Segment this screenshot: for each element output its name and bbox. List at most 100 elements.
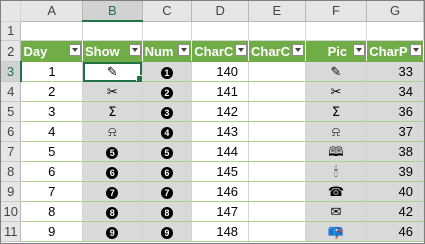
show-cell[interactable]: ⵉ xyxy=(82,101,143,122)
charc-cell[interactable]: 146 xyxy=(191,181,250,202)
empty-cell[interactable] xyxy=(248,141,306,162)
cell[interactable] xyxy=(305,21,368,41)
charc-cell[interactable]: 141 xyxy=(191,81,250,102)
select-all-corner[interactable] xyxy=(1,1,22,22)
show-cell[interactable]: ✂ xyxy=(82,81,143,102)
charp-cell[interactable]: 39 xyxy=(366,161,424,182)
row-header-11[interactable]: 11 xyxy=(1,221,22,242)
row-header-2[interactable]: 2 xyxy=(1,40,22,62)
cell[interactable] xyxy=(20,21,83,41)
num-cell[interactable]: 2 xyxy=(142,81,193,102)
cell[interactable] xyxy=(191,21,250,41)
empty-cell[interactable] xyxy=(248,61,306,82)
day-cell[interactable]: 2 xyxy=(20,81,83,102)
pic-cell[interactable]: ✉ xyxy=(305,201,368,222)
filter-dropdown-icon[interactable] xyxy=(235,44,248,56)
day-cell[interactable]: 8 xyxy=(20,201,83,222)
row-header-3[interactable]: 3 xyxy=(1,61,22,82)
charc-cell[interactable]: 145 xyxy=(191,161,250,182)
charp-cell[interactable]: 36 xyxy=(366,101,424,122)
filter-dropdown-icon[interactable] xyxy=(291,44,304,56)
charc-cell[interactable]: 142 xyxy=(191,101,250,122)
filter-dropdown-icon[interactable] xyxy=(178,44,191,56)
empty-cell[interactable] xyxy=(248,201,306,222)
charc-cell[interactable]: 143 xyxy=(191,121,250,142)
num-cell[interactable]: 9 xyxy=(142,221,193,242)
show-cell[interactable]: 9 xyxy=(82,221,143,242)
num-cell[interactable]: 4 xyxy=(142,121,193,142)
charp-cell[interactable]: 42 xyxy=(366,201,424,222)
show-cell[interactable]: 8 xyxy=(82,201,143,222)
show-cell[interactable]: 7 xyxy=(82,181,143,202)
num-cell[interactable]: 1 xyxy=(142,61,193,82)
column-header-f[interactable]: F xyxy=(305,1,368,22)
table-header-charc-2[interactable]: CharC xyxy=(248,40,306,62)
pic-cell[interactable]: ✂ xyxy=(305,81,368,102)
filter-dropdown-icon[interactable] xyxy=(69,44,81,56)
row-header-1[interactable]: 1 xyxy=(1,21,22,41)
charc-cell[interactable]: 147 xyxy=(191,201,250,222)
charp-cell[interactable]: 37 xyxy=(366,121,424,142)
pic-cell[interactable]: ☎ xyxy=(305,181,368,202)
charc-cell[interactable]: 140 xyxy=(191,61,250,82)
num-cell[interactable]: 5 xyxy=(142,141,193,162)
empty-cell[interactable] xyxy=(248,101,306,122)
day-cell[interactable]: 4 xyxy=(20,121,83,142)
column-header-a[interactable]: A xyxy=(20,1,83,22)
num-cell[interactable]: 8 xyxy=(142,201,193,222)
row-header-7[interactable]: 7 xyxy=(1,141,22,162)
charc-cell[interactable]: 144 xyxy=(191,141,250,162)
filter-dropdown-icon[interactable] xyxy=(128,44,141,56)
charp-cell[interactable]: 38 xyxy=(366,141,424,162)
row-header-6[interactable]: 6 xyxy=(1,121,22,142)
charc-cell[interactable]: 148 xyxy=(191,221,250,242)
day-cell[interactable]: 5 xyxy=(20,141,83,162)
day-cell[interactable]: 1 xyxy=(20,61,83,82)
table-header-pic[interactable]: Pic xyxy=(305,40,368,62)
pic-cell[interactable]: 🕮 xyxy=(305,141,368,162)
row-header-5[interactable]: 5 xyxy=(1,101,22,122)
day-cell[interactable]: 3 xyxy=(20,101,83,122)
show-cell[interactable]: ✎ xyxy=(82,61,143,82)
empty-cell[interactable] xyxy=(248,161,306,182)
empty-cell[interactable] xyxy=(248,221,306,242)
pic-cell[interactable]: 📪 xyxy=(305,221,368,242)
show-cell[interactable]: 5 xyxy=(82,141,143,162)
row-header-10[interactable]: 10 xyxy=(1,201,22,222)
empty-cell[interactable] xyxy=(248,81,306,102)
show-cell[interactable]: 6 xyxy=(82,161,143,182)
table-header-charp[interactable]: CharP xyxy=(366,40,424,62)
day-cell[interactable]: 7 xyxy=(20,181,83,202)
cell[interactable] xyxy=(82,21,143,41)
column-header-c[interactable]: C xyxy=(142,1,193,22)
column-header-b[interactable]: B xyxy=(82,1,143,22)
cell[interactable] xyxy=(366,21,424,41)
column-header-g[interactable]: G xyxy=(366,1,424,22)
cell[interactable] xyxy=(248,21,306,41)
show-cell[interactable]: ⍾ xyxy=(82,121,143,142)
pic-cell[interactable]: ⵉ xyxy=(305,101,368,122)
day-cell[interactable]: 9 xyxy=(20,221,83,242)
charp-cell[interactable]: 46 xyxy=(366,221,424,242)
num-cell[interactable]: 6 xyxy=(142,161,193,182)
row-header-8[interactable]: 8 xyxy=(1,161,22,182)
num-cell[interactable]: 7 xyxy=(142,181,193,202)
pic-cell[interactable]: ✎ xyxy=(305,61,368,82)
table-header-charc[interactable]: CharC xyxy=(191,40,250,62)
day-cell[interactable]: 6 xyxy=(20,161,83,182)
pic-cell[interactable]: ⍾ xyxy=(305,121,368,142)
charp-cell[interactable]: 40 xyxy=(366,181,424,202)
table-header-num[interactable]: Num xyxy=(142,40,193,62)
table-header-show[interactable]: Show xyxy=(82,40,143,62)
charp-cell[interactable]: 34 xyxy=(366,81,424,102)
empty-cell[interactable] xyxy=(248,121,306,142)
row-header-9[interactable]: 9 xyxy=(1,181,22,202)
column-header-e[interactable]: E xyxy=(248,1,306,22)
filter-dropdown-icon[interactable] xyxy=(410,44,422,56)
num-cell[interactable]: 3 xyxy=(142,101,193,122)
cell[interactable] xyxy=(142,21,193,41)
pic-cell[interactable]: 🕯 xyxy=(305,161,368,182)
filter-dropdown-icon[interactable] xyxy=(353,44,366,56)
column-header-d[interactable]: D xyxy=(191,1,250,22)
fill-handle[interactable] xyxy=(135,75,142,81)
